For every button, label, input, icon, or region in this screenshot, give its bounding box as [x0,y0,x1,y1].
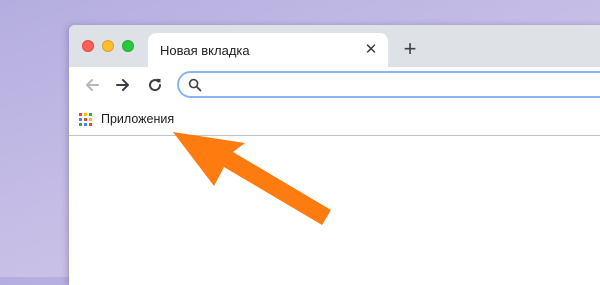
annotation-arrow-icon [173,132,331,225]
